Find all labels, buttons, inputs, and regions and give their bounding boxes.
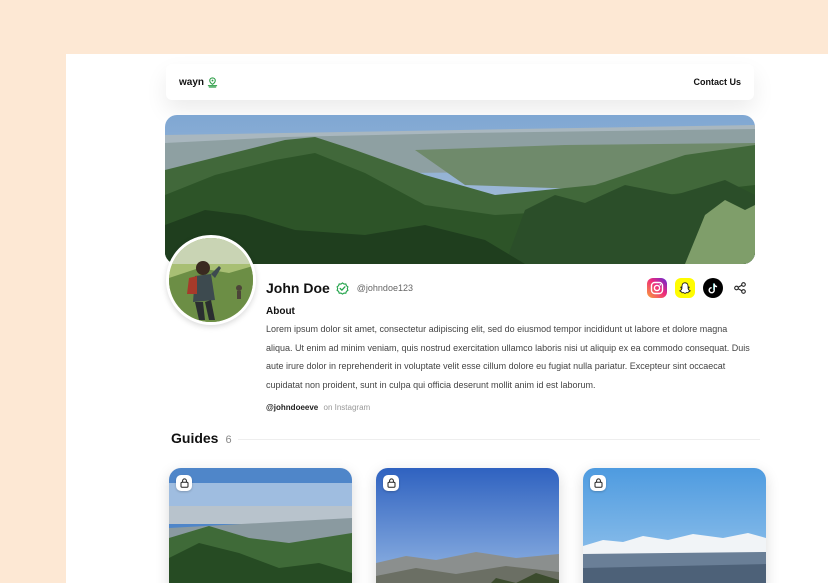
guides-count: 6 bbox=[225, 434, 232, 446]
navbar: wayn Contact Us bbox=[166, 64, 754, 100]
cover-photo bbox=[165, 115, 755, 264]
guide-card[interactable] bbox=[169, 468, 352, 583]
instagram-handle-link[interactable]: @johndoeeve bbox=[266, 403, 318, 412]
instagram-suffix: on Instagram bbox=[323, 403, 371, 412]
share-icon[interactable] bbox=[731, 279, 749, 297]
page: wayn Contact Us John Doe @johndoe123 Abo… bbox=[66, 54, 828, 583]
social-links bbox=[647, 278, 749, 298]
logo[interactable]: wayn bbox=[179, 77, 218, 88]
guide-photo bbox=[169, 468, 352, 583]
snapchat-icon[interactable] bbox=[675, 278, 695, 298]
guide-photo bbox=[583, 468, 766, 583]
guides-title: Guides bbox=[171, 430, 219, 446]
profile-name-row: John Doe @johndoe123 bbox=[266, 280, 413, 296]
verified-badge-icon bbox=[336, 281, 349, 295]
pin-icon bbox=[207, 76, 218, 88]
profile-handle: @johndoe123 bbox=[356, 283, 413, 293]
guide-photo bbox=[376, 468, 559, 583]
lock-icon bbox=[590, 475, 606, 491]
avatar bbox=[166, 235, 256, 325]
lock-icon bbox=[176, 475, 192, 491]
contact-us-link[interactable]: Contact Us bbox=[693, 77, 741, 87]
logo-text: wayn bbox=[179, 76, 205, 88]
about-text: Lorem ipsum dolor sit amet, consectetur … bbox=[266, 324, 750, 390]
guides-header: Guides 6 bbox=[171, 430, 232, 446]
tiktok-icon[interactable] bbox=[703, 278, 723, 298]
instagram-icon[interactable] bbox=[647, 278, 667, 298]
divider bbox=[238, 439, 760, 440]
profile-name: John Doe bbox=[266, 280, 330, 296]
lock-icon bbox=[383, 475, 399, 491]
instagram-attribution: @johndoeeve on Instagram bbox=[266, 403, 370, 412]
guide-card[interactable] bbox=[583, 468, 766, 583]
about-heading: About bbox=[266, 306, 295, 317]
guide-card[interactable] bbox=[376, 468, 559, 583]
